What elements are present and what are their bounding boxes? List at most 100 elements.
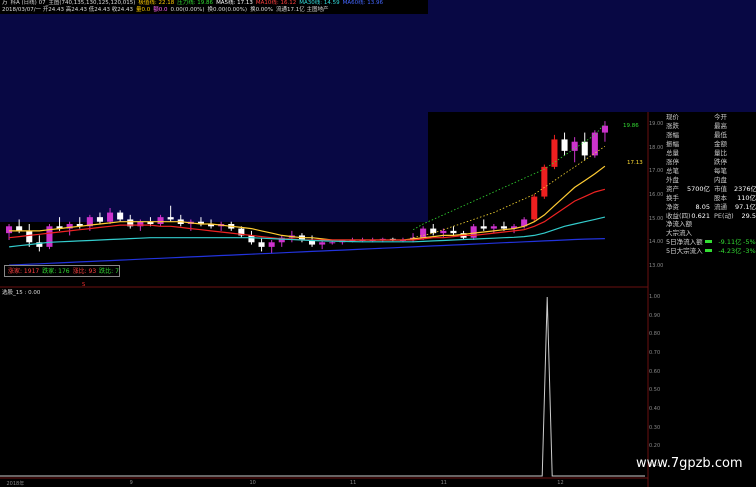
- flow-bar: [704, 249, 712, 252]
- line1-item: MA30线: 14.59: [299, 0, 340, 6]
- x-tick: 2018年: [6, 481, 25, 487]
- quote-l1: 总量: [666, 149, 679, 157]
- quote-l2: PE(动): [714, 212, 734, 220]
- line2-item: 2018/03/07/一 开24.43 高24.43 低24.43 收24.43: [2, 7, 134, 13]
- line2-item: 额0.0: [153, 7, 168, 13]
- candle: [591, 130, 598, 158]
- y-tick-indicator: 0.70: [649, 350, 661, 356]
- line2-item: 量0.0: [136, 7, 151, 13]
- quote-l2: 最高: [714, 122, 727, 130]
- candle-body: [440, 230, 447, 234]
- flow-value: -4.23亿: [718, 247, 742, 255]
- kline-chart[interactable]: 19.86 17.13 S: [0, 0, 756, 487]
- line1-item: 科A (日线) 07_主图(740,135,130,125,120,015): [10, 0, 136, 6]
- quote-v2: 29.5: [741, 212, 756, 220]
- flow-row: 5日大宗流入 -4.23亿-3%: [666, 245, 756, 255]
- y-tick-main: 16.00: [649, 192, 664, 198]
- y-tick-main: 15.00: [649, 215, 664, 222]
- quote-row: 净资 8.05 流通 97.1亿: [666, 203, 756, 212]
- candle-body: [531, 196, 538, 220]
- quote-l1: 净资: [666, 203, 679, 211]
- breadth-legend: 涨家: 1917 跌家: 176 涨比: 93 跌比: 7: [4, 265, 120, 277]
- candle: [46, 224, 53, 250]
- quote-row: 涨幅 最低: [666, 131, 756, 140]
- candle-body: [450, 230, 457, 234]
- candle-body: [107, 212, 114, 222]
- candle-body: [319, 242, 326, 245]
- flow-bar: [704, 240, 712, 243]
- candle-body: [551, 139, 558, 167]
- watermark: www.7gpzb.com: [636, 456, 743, 471]
- candle-body: [581, 141, 588, 156]
- quote-v2: 110亿: [737, 194, 756, 202]
- lower-price-label: 17.13: [627, 160, 643, 166]
- trading-terminal: 19.86 17.13 S 万科A (日线) 07_主图(740,135,130…: [0, 0, 756, 487]
- header-line-2: 2018/03/07/一 开24.43 高24.43 低24.43 收24.43…: [2, 7, 332, 14]
- candle-body: [167, 217, 174, 220]
- candle-body: [500, 226, 507, 229]
- quote-l1: 涨幅: [666, 131, 679, 139]
- legend-item: 涨家: 1917: [8, 268, 40, 275]
- quote-v1: 5700亿: [686, 185, 710, 193]
- y-tick-indicator: 1.00: [649, 294, 661, 300]
- candle-body: [480, 226, 487, 229]
- candle-body: [490, 226, 497, 229]
- quote-l1: 外盘: [666, 176, 679, 184]
- quote-v1: 8.05: [695, 203, 710, 211]
- legend-item: 跌比: 7: [99, 268, 119, 275]
- y-tick-indicator: 0.60: [649, 368, 661, 375]
- navy-panel-left: [0, 14, 428, 222]
- candle-body: [541, 166, 548, 197]
- line2-item: 换0.00%: [250, 7, 274, 13]
- header-line-1: 万科A (日线) 07_主图(740,135,130,125,120,015) 极…: [2, 0, 386, 7]
- candle-body: [96, 217, 103, 222]
- quote-l2: 最低: [714, 131, 727, 139]
- quote-l1: 振幅: [666, 140, 679, 148]
- quote-l1: 现价: [666, 113, 679, 121]
- upper-price-label: 19.86: [623, 123, 639, 129]
- candle-body: [258, 242, 265, 247]
- marker-s: S: [82, 282, 85, 288]
- quote-l2: 跌停: [714, 158, 727, 166]
- candle: [541, 164, 548, 199]
- y-tick-main: 17.00: [649, 168, 664, 175]
- y-tick-indicator: 0.90: [649, 312, 661, 319]
- y-tick-main: 14.00: [649, 239, 664, 246]
- quote-row: 资产 5700亿 市值 2376亿: [666, 185, 756, 194]
- quote-l2: 市值: [714, 185, 727, 193]
- legend-item: 涨比: 93: [72, 268, 97, 275]
- quote-row: 外盘 内盘: [666, 176, 756, 185]
- quote-l1: 涨停: [666, 158, 679, 166]
- candle-body: [16, 226, 23, 231]
- line1-item: MA5线: 17.13: [216, 0, 253, 6]
- y-tick-indicator: 0.20: [649, 443, 661, 450]
- line1-item: 极值线: 22.18: [138, 0, 175, 6]
- flow-pct: -3%: [742, 247, 756, 255]
- line1-item: MA10线: 16.12: [255, 0, 297, 6]
- candle-body: [470, 226, 477, 238]
- candle-body: [601, 125, 608, 133]
- y-tick-indicator: 0.30: [649, 424, 661, 431]
- x-tick: 10: [249, 480, 256, 486]
- y-tick-indicator: 0.40: [649, 406, 661, 412]
- y-tick-indicator: 0.50: [649, 387, 661, 394]
- quote-v2: 2376亿: [734, 185, 756, 193]
- y-tick-indicator: 0.80: [649, 331, 661, 338]
- candle: [531, 194, 538, 222]
- x-tick: 9: [129, 480, 133, 486]
- y-tick-main: 13.00: [649, 263, 664, 269]
- candle-body: [430, 228, 437, 234]
- x-tick: 11: [440, 480, 447, 486]
- candle-body: [420, 228, 427, 238]
- quote-l2: 今开: [714, 113, 727, 121]
- candle-body: [26, 230, 33, 243]
- candle-body: [6, 226, 13, 234]
- quote-v2: 97.1亿: [735, 203, 756, 211]
- quote-l1: 总笔: [666, 167, 679, 175]
- y-tick-main: 18.00: [649, 144, 664, 151]
- candle-body: [268, 242, 275, 247]
- candle-body: [117, 212, 124, 220]
- quote-l2: 流通: [714, 203, 727, 211]
- quote-row: 振幅 金额: [666, 140, 756, 149]
- candle-body: [157, 217, 164, 224]
